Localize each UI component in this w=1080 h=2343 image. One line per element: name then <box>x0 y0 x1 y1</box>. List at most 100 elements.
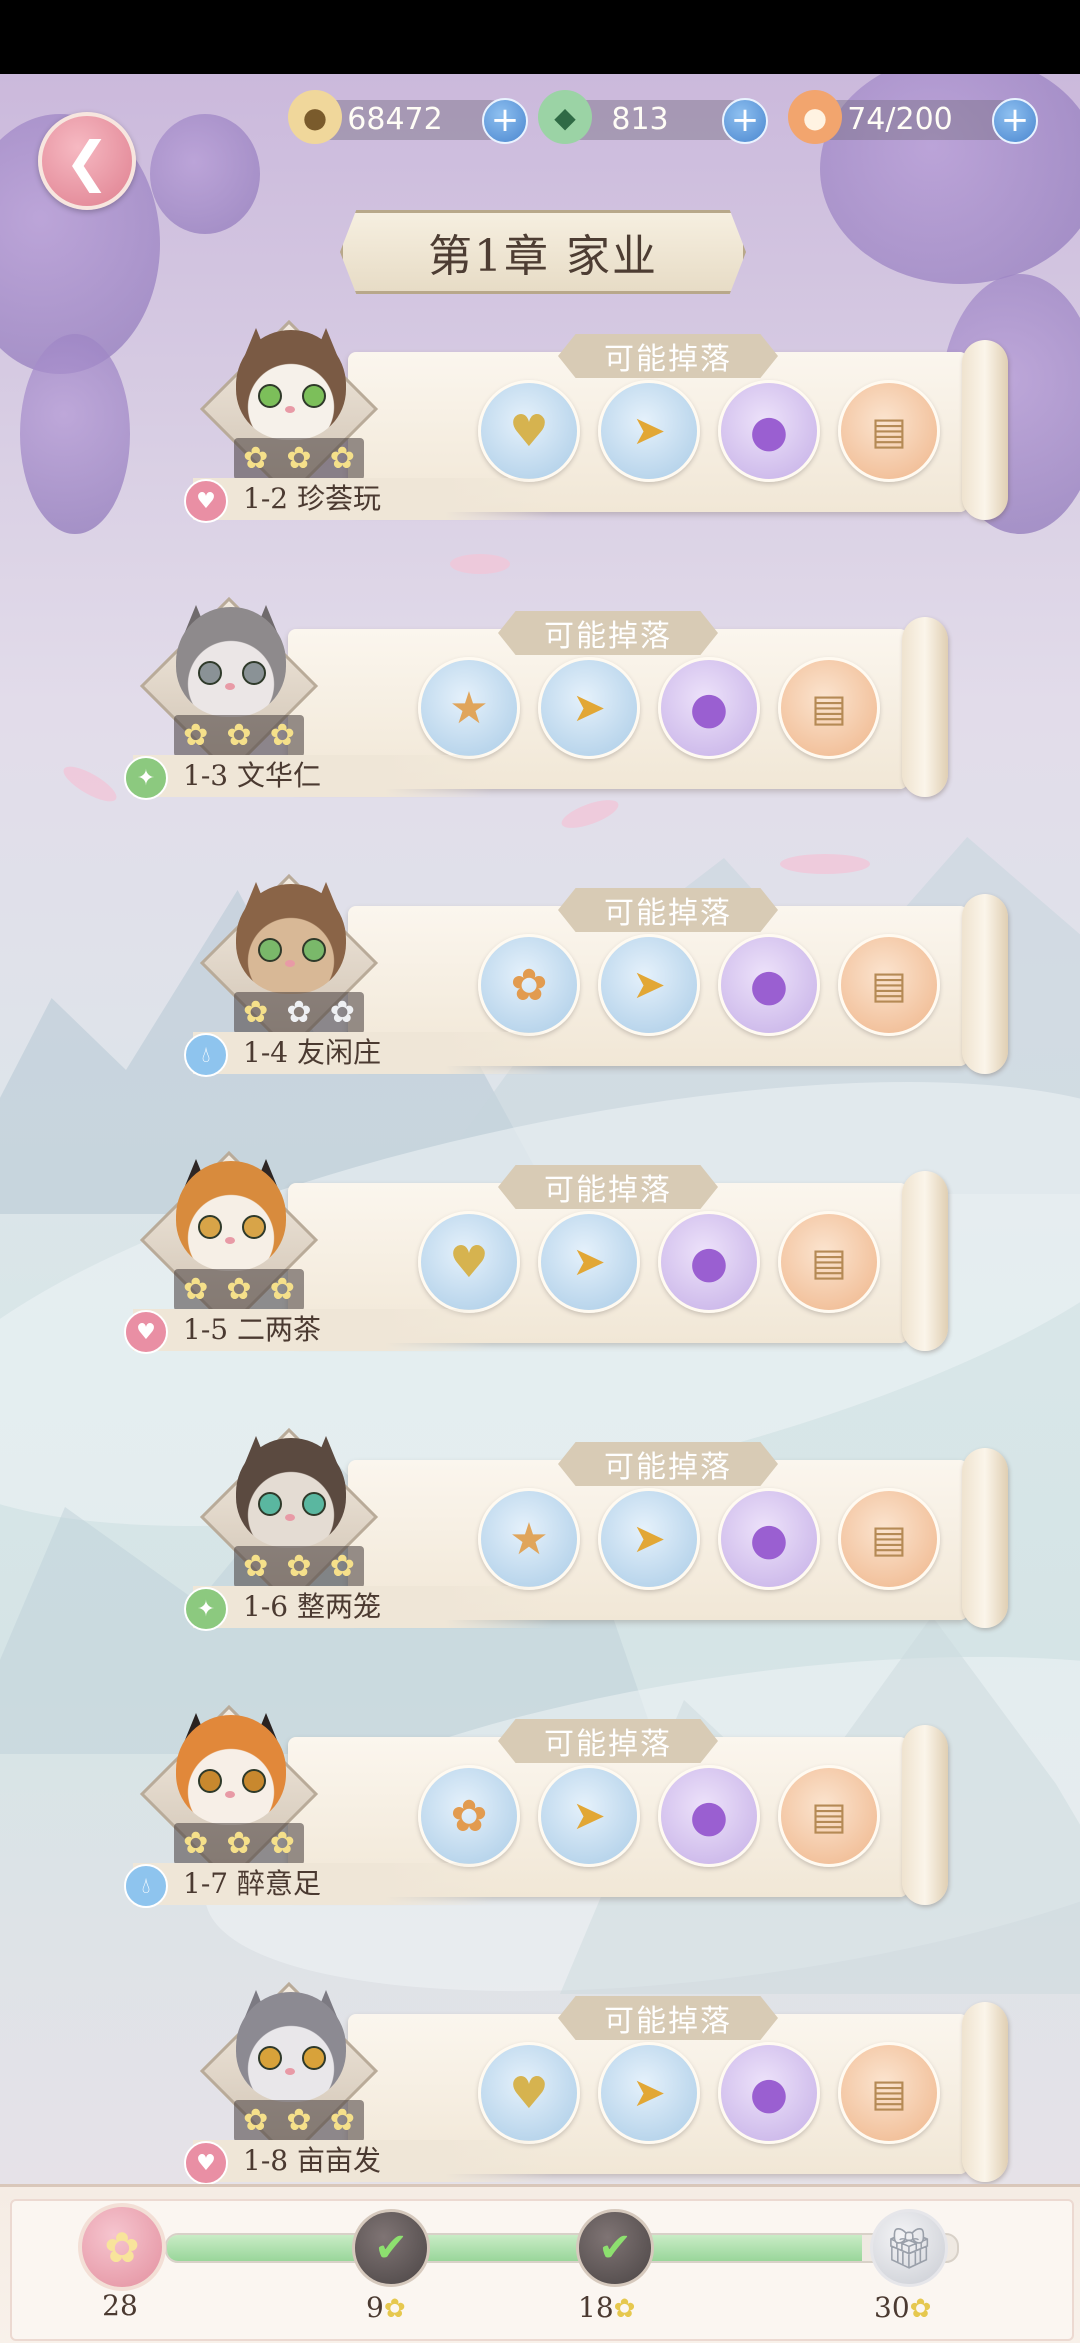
star-progress-track <box>165 2233 959 2263</box>
purple-fish-icon: ● <box>689 682 729 734</box>
add-paw-coins-button[interactable]: + <box>482 98 528 144</box>
level-stars: ✿ ✿ ✿ <box>174 1269 304 1311</box>
rabbit-cookie-icon: ★ <box>449 682 489 734</box>
cat-nose-icon <box>285 2068 295 2075</box>
level-row[interactable]: 可能掉落 ♥ ➤ ● ▤ ✿ ✿ ✿ 1-5 二两茶 ♥ <box>124 1150 978 1354</box>
level-row[interactable]: 可能掉落 ★ ➤ ● ▤ ✿ ✿ ✿ 1-3 文华仁 ✦ <box>124 596 978 800</box>
level-cat-portrait[interactable]: ✿ ✿ ✿ <box>139 596 319 776</box>
level-cat-portrait[interactable]: ✿ ✿ ✿ <box>139 1704 319 1884</box>
milestone-reward-3[interactable]: 🎁︎ <box>870 2209 948 2287</box>
cat-nose-icon <box>225 683 235 690</box>
add-gems-button[interactable]: + <box>722 98 768 144</box>
drop-item-golden-fish[interactable]: ➤ <box>598 1488 700 1590</box>
wisteria-decoration <box>20 334 130 534</box>
drop-item-scroll-pouch[interactable]: ▤ <box>838 2042 940 2144</box>
level-cat-portrait[interactable]: ✿ ✿ ✿ <box>199 1981 379 2161</box>
flower-cookie-icon: ✿ <box>450 1790 488 1842</box>
cat-eye-icon <box>242 1215 266 1239</box>
level-row[interactable]: 可能掉落 ♥ ➤ ● ▤ ✿ ✿ ✿ 1-2 珍荟玩 ♥ <box>184 319 1038 523</box>
level-cat-portrait[interactable]: ✿ ✿ ✿ <box>199 873 379 1053</box>
drop-item-golden-fish[interactable]: ➤ <box>598 380 700 482</box>
flower-star-icon: ✿ <box>613 2294 636 2324</box>
flower-star-icon: ✿ <box>286 1549 312 1584</box>
check-icon: ✔ <box>598 2225 632 2271</box>
milestone-reward-2[interactable]: ✔ <box>576 2209 654 2287</box>
purple-fish-icon: ● <box>689 1790 729 1842</box>
scroll-pouch-icon: ▤ <box>871 2071 907 2115</box>
level-cat-portrait[interactable]: ✿ ✿ ✿ <box>139 1150 319 1330</box>
drop-item-scroll-pouch[interactable]: ▤ <box>838 934 940 1036</box>
drop-item-golden-fish[interactable]: ➤ <box>598 2042 700 2144</box>
level-stars: ✿ ✿ ✿ <box>174 715 304 757</box>
flower-star-icon: ✿ <box>329 1549 355 1584</box>
drop-item-rabbit-cookie[interactable]: ★ <box>418 657 520 759</box>
milestone-label-1: 9✿ <box>366 2291 406 2324</box>
level-cat-portrait[interactable]: ✿ ✿ ✿ <box>199 1427 379 1607</box>
scroll-roll-decoration <box>962 2002 1008 2182</box>
drop-item-purple-fish[interactable]: ● <box>658 1211 760 1313</box>
drop-item-scroll-pouch[interactable]: ▤ <box>778 657 880 759</box>
level-row[interactable]: 可能掉落 ✿ ➤ ● ▤ ✿ ✿ ✿ 1-7 醉意足 💧︎ <box>124 1704 978 1908</box>
cat-eye-icon <box>258 938 282 962</box>
currency-value: 74/200 <box>847 102 953 137</box>
currency-value: 813 <box>611 102 669 137</box>
drop-item-purple-fish[interactable]: ● <box>718 380 820 482</box>
level-row[interactable]: 可能掉落 ★ ➤ ● ▤ ✿ ✿ ✿ 1-6 整两笼 ✦ <box>184 1427 1038 1631</box>
drop-item-purple-fish[interactable]: ● <box>718 934 820 1036</box>
total-stars-badge: ✿ <box>78 2203 166 2291</box>
back-arrow-icon: ❮ <box>64 129 110 193</box>
flower-star-icon: ✿ <box>286 2103 312 2138</box>
flower-star-icon: ✿ <box>909 2294 932 2324</box>
drop-items: ★ ➤ ● ▤ <box>478 1488 940 1590</box>
golden-fish-icon: ➤ <box>632 408 666 454</box>
flower-star-icon: ✿ <box>243 2103 269 2138</box>
cat-nose-icon <box>285 1514 295 1521</box>
drop-item-flower-cookie[interactable]: ✿ <box>478 934 580 1036</box>
cat-eye-icon <box>198 1215 222 1239</box>
cat-eye-icon <box>302 938 326 962</box>
milestone-reward-1[interactable]: ✔ <box>352 2209 430 2287</box>
cat-face-icon <box>236 1438 346 1548</box>
golden-fish-icon: ➤ <box>572 1239 606 1285</box>
level-row[interactable]: 可能掉落 ♥ ➤ ● ▤ ✿ ✿ ✿ 1-8 亩亩发 ♥ <box>184 1981 1038 2185</box>
scroll-roll-decoration <box>902 1171 948 1351</box>
milestone-value: 18 <box>578 2291 614 2324</box>
flower-star-icon: ✿ <box>269 718 295 753</box>
add-stamina-button[interactable]: + <box>992 98 1038 144</box>
element-heart-icon: ♥ <box>124 1310 168 1354</box>
drop-item-scroll-pouch[interactable]: ▤ <box>778 1765 880 1867</box>
drop-item-purple-fish[interactable]: ● <box>658 657 760 759</box>
flower-star-icon: ✿ <box>269 1272 295 1307</box>
flower-star-icon: ✿ <box>286 995 312 1030</box>
drop-item-scroll-pouch[interactable]: ▤ <box>778 1211 880 1313</box>
golden-fish-icon: ➤ <box>632 1516 666 1562</box>
back-button[interactable]: ❮ <box>38 112 136 210</box>
cat-nose-icon <box>285 960 295 967</box>
drop-item-purple-fish[interactable]: ● <box>718 2042 820 2144</box>
drop-item-golden-fish[interactable]: ➤ <box>538 1765 640 1867</box>
star-progress-fill <box>167 2235 863 2261</box>
drop-item-purple-fish[interactable]: ● <box>718 1488 820 1590</box>
milestone-label-2: 18✿ <box>578 2291 635 2324</box>
purple-fish-icon: ● <box>749 2067 789 2119</box>
drop-item-scroll-pouch[interactable]: ▤ <box>838 380 940 482</box>
level-cat-portrait[interactable]: ✿ ✿ ✿ <box>199 319 379 499</box>
drop-item-heart-cookie[interactable]: ♥ <box>418 1211 520 1313</box>
flower-star-icon: ✿ <box>269 1826 295 1861</box>
cat-nose-icon <box>285 406 295 413</box>
milestone-value: 9 <box>366 2291 384 2324</box>
drop-item-purple-fish[interactable]: ● <box>658 1765 760 1867</box>
check-icon: ✔ <box>374 2225 408 2271</box>
level-row[interactable]: 可能掉落 ✿ ➤ ● ▤ ✿ ✿ ✿ 1-4 友闲庄 💧︎ <box>184 873 1038 1077</box>
drop-item-golden-fish[interactable]: ➤ <box>538 1211 640 1313</box>
element-heart-icon: ♥ <box>184 2141 228 2185</box>
drop-item-heart-cookie[interactable]: ♥ <box>478 2042 580 2144</box>
drop-item-scroll-pouch[interactable]: ▤ <box>838 1488 940 1590</box>
drop-item-golden-fish[interactable]: ➤ <box>598 934 700 1036</box>
drop-item-flower-cookie[interactable]: ✿ <box>418 1765 520 1867</box>
heart-cookie-icon: ♥ <box>509 405 549 457</box>
drop-item-rabbit-cookie[interactable]: ★ <box>478 1488 580 1590</box>
drop-item-golden-fish[interactable]: ➤ <box>538 657 640 759</box>
drop-item-heart-cookie[interactable]: ♥ <box>478 380 580 482</box>
level-stars: ✿ ✿ ✿ <box>174 1823 304 1865</box>
